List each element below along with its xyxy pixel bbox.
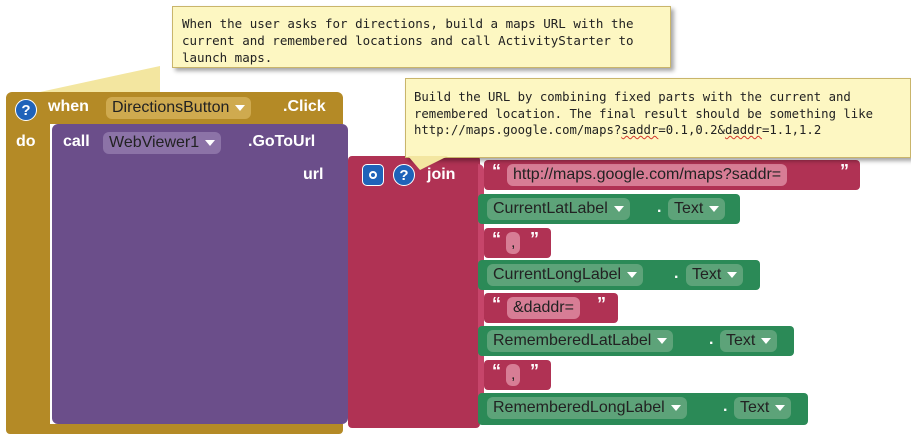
chevron-down-icon — [761, 338, 772, 344]
text-value-maps-url[interactable]: http://maps.google.com/maps?saddr= — [507, 164, 788, 186]
event-help-icon[interactable]: ? — [15, 99, 37, 121]
getter-component-name: RememberedLatLabel — [493, 332, 652, 349]
quote-close: ” — [530, 229, 539, 249]
chevron-down-icon — [709, 206, 720, 212]
getter-component-dropdown[interactable]: RememberedLongLabel — [487, 397, 687, 419]
join-comment-text: saddr — [621, 123, 659, 137]
getter-property-name: Text — [674, 200, 704, 217]
event-comment-tail — [40, 66, 160, 92]
quote-open: “ — [492, 161, 501, 181]
join-comment-text: =1.1,1.2 — [762, 123, 822, 137]
quote-close: ” — [530, 361, 539, 381]
do-label: do — [16, 133, 36, 150]
event-comment-text: When the user asks for directions, build… — [182, 16, 634, 65]
getter-property-name: Text — [740, 399, 770, 416]
getter-component-dropdown[interactable]: RememberedLatLabel — [487, 330, 674, 352]
getter-property-dropdown[interactable]: Text — [720, 330, 778, 352]
dot-label: . — [657, 199, 662, 216]
chevron-down-icon — [613, 206, 624, 212]
when-label: when — [48, 98, 89, 115]
join-comment[interactable]: Build the URL by combining fixed parts w… — [405, 78, 911, 158]
call-component-name: WebViewer1 — [109, 134, 200, 151]
getter-property-dropdown[interactable]: Text — [668, 198, 726, 220]
join-comment-text: =0.1,0.2& — [658, 123, 725, 137]
text-value-daddr[interactable]: &daddr= — [507, 297, 580, 319]
quote-open: “ — [492, 294, 501, 314]
chevron-down-icon — [657, 338, 668, 344]
chevron-down-icon — [670, 405, 681, 411]
join-comment-line: Build the URL by combining fixed parts w… — [414, 90, 851, 104]
quote-close: ” — [840, 161, 849, 181]
join-comment-text: daddr — [724, 123, 762, 137]
event-block-bottom — [6, 424, 343, 434]
chevron-down-icon — [235, 105, 246, 111]
call-label: call — [63, 133, 90, 150]
url-arg-label: url — [303, 166, 324, 183]
getter-component-dropdown[interactable]: CurrentLongLabel — [487, 264, 644, 286]
join-comment-text: http://maps.google.com/maps? — [414, 123, 622, 137]
text-value-comma[interactable]: , — [506, 232, 521, 254]
event-name-label: .Click — [283, 98, 326, 115]
getter-property-name: Text — [726, 332, 756, 349]
chevron-down-icon — [727, 272, 738, 278]
event-component-name: DirectionsButton — [112, 99, 230, 116]
call-method-label: .GoToUrl — [248, 133, 316, 150]
event-component-dropdown[interactable]: DirectionsButton — [106, 97, 252, 119]
getter-property-dropdown[interactable]: Text — [734, 397, 792, 419]
getter-component-dropdown[interactable]: CurrentLatLabel — [487, 198, 630, 220]
event-block-do-column — [6, 124, 50, 424]
dot-label: . — [709, 331, 714, 348]
getter-component-name: CurrentLatLabel — [493, 200, 608, 217]
getter-component-name: RememberedLongLabel — [493, 399, 665, 416]
chevron-down-icon — [627, 272, 638, 278]
chevron-down-icon — [775, 405, 786, 411]
dot-label: . — [723, 398, 728, 415]
chevron-down-icon — [205, 140, 216, 146]
quote-close: ” — [597, 294, 606, 314]
event-comment[interactable]: When the user asks for directions, build… — [172, 6, 671, 68]
join-comment-line: remembered location. The final result sh… — [414, 106, 874, 121]
getter-component-name: CurrentLongLabel — [493, 266, 622, 283]
call-component-dropdown[interactable]: WebViewer1 — [103, 132, 222, 154]
join-block[interactable] — [348, 156, 480, 428]
getter-property-name: Text — [692, 266, 722, 283]
quote-open: “ — [492, 229, 501, 249]
join-comment-line: http://maps.google.com/maps?saddr=0.1,0.… — [414, 122, 902, 139]
mutator-gear-icon[interactable] — [362, 164, 384, 186]
getter-property-dropdown[interactable]: Text — [686, 264, 744, 286]
text-value-comma[interactable]: , — [506, 364, 521, 386]
join-comment-tail — [408, 156, 448, 170]
dot-label: . — [674, 265, 679, 282]
quote-open: “ — [492, 361, 501, 381]
